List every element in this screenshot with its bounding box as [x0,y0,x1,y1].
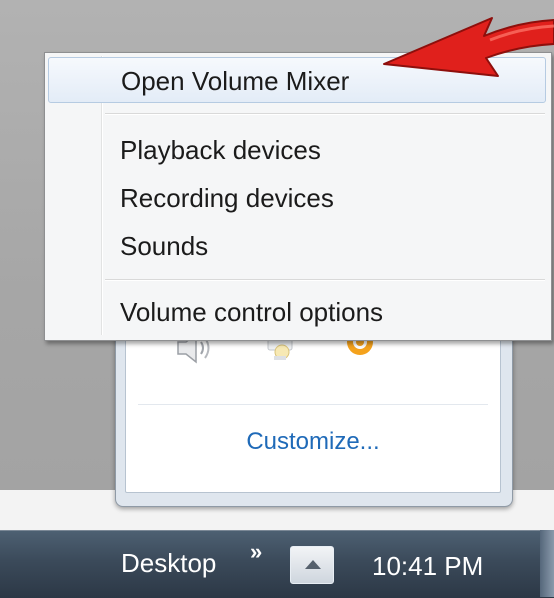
menu-item-label: Sounds [120,231,209,261]
menu-item-label: Playback devices [120,135,321,165]
up-arrow-icon [305,560,321,569]
toolbar-chevron-icon[interactable]: » [250,539,262,565]
show-hidden-icons-button[interactable] [290,546,334,584]
taskbar-clock[interactable]: 10:41 PM [372,551,483,582]
menu-separator [105,279,545,281]
menu-item-recording-devices[interactable]: Recording devices [48,175,546,219]
desktop-toolbar-label[interactable]: Desktop [121,548,216,579]
menu-separator [105,113,545,115]
show-desktop-edge[interactable] [540,530,554,597]
customize-link[interactable]: Customize... [126,428,500,456]
volume-context-menu: Open Volume Mixer Playback devices Recor… [44,52,552,341]
menu-item-label: Recording devices [120,183,334,213]
menu-item-label: Volume control options [120,297,384,327]
tray-divider [138,404,488,405]
red-arrow-icon [383,17,554,77]
menu-item-label: Open Volume Mixer [121,66,350,96]
menu-item-sounds[interactable]: Sounds [48,223,546,267]
menu-item-playback-devices[interactable]: Playback devices [48,127,546,171]
menu-item-volume-control-options[interactable]: Volume control options [48,289,546,333]
